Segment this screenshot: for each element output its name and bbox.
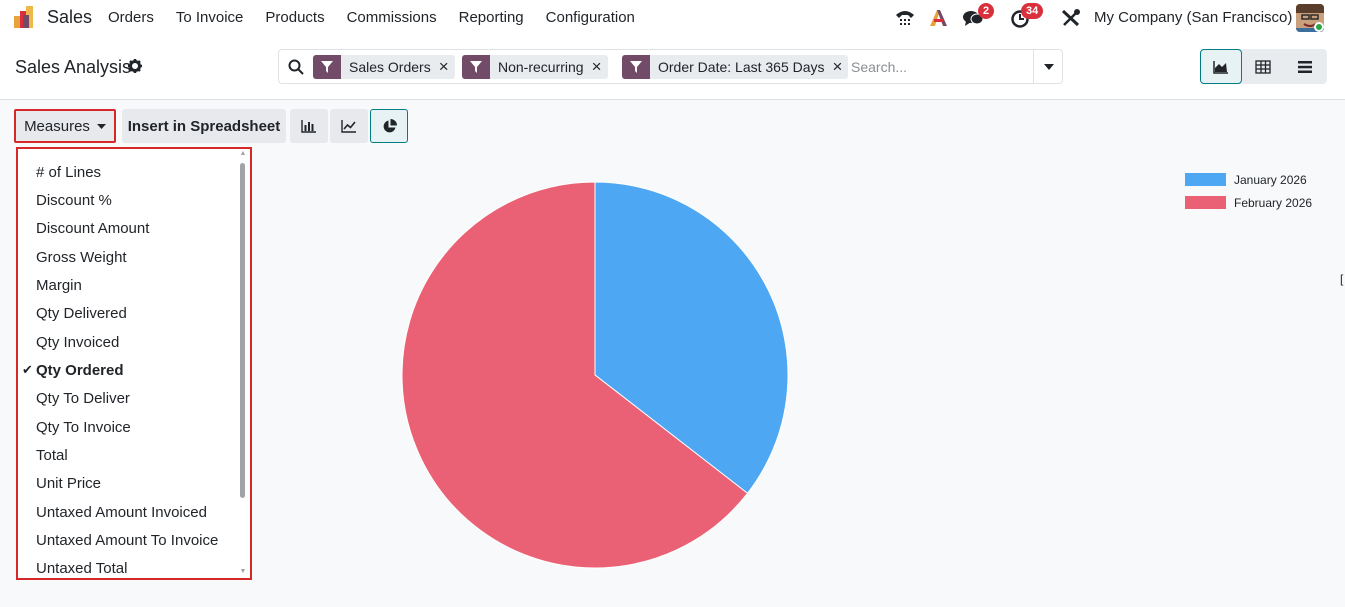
page-title: Sales Analysis	[15, 57, 132, 77]
filter-facet-sales-orders: Sales Orders ×	[313, 55, 455, 79]
measures-dropdown: # of Lines Discount % Discount Amount Gr…	[16, 147, 252, 580]
menu-configuration[interactable]: Configuration	[546, 9, 635, 26]
measure-item-qty-ordered[interactable]: Qty Ordered	[36, 362, 124, 379]
legend-swatch	[1185, 196, 1226, 209]
measure-item-qty-invoiced[interactable]: Qty Invoiced	[36, 334, 119, 351]
search-options-toggle[interactable]	[1033, 50, 1063, 83]
ai-icon[interactable]	[928, 8, 950, 28]
caret-down-icon	[1043, 63, 1054, 70]
measure-item-qty-to-invoice[interactable]: Qty To Invoice	[36, 419, 131, 436]
search-icon[interactable]	[288, 59, 304, 75]
measure-item-qty-to-deliver[interactable]: Qty To Deliver	[36, 390, 130, 407]
list-icon	[1298, 60, 1312, 73]
measures-button[interactable]: Measures	[14, 109, 116, 143]
legend-item[interactable]: February 2026	[1185, 191, 1312, 214]
search-bar: Sales Orders × Non-recurring × Order Dat…	[278, 49, 1063, 84]
scrollbar-thumb[interactable]	[240, 163, 245, 498]
line-chart-icon	[341, 120, 356, 133]
facet-label: Sales Orders	[349, 59, 431, 75]
remove-facet-icon[interactable]: ×	[439, 55, 455, 79]
menu-reporting[interactable]: Reporting	[459, 9, 524, 26]
gear-icon[interactable]	[128, 59, 142, 73]
insert-in-spreadsheet-button[interactable]: Insert in Spreadsheet	[122, 109, 286, 143]
measures-label: Measures	[24, 117, 90, 135]
bar-chart-button[interactable]	[290, 109, 328, 143]
table-icon	[1255, 59, 1271, 74]
measure-item-untaxed-amount-invoiced[interactable]: Untaxed Amount Invoiced	[36, 504, 207, 521]
scroll-down-arrow-icon[interactable]: ▼	[238, 568, 248, 575]
facet-label: Non-recurring	[498, 59, 584, 75]
area-chart-icon	[1213, 60, 1228, 74]
sales-app-icon[interactable]	[14, 6, 38, 28]
measure-item-gross-weight[interactable]: Gross Weight	[36, 249, 127, 266]
measure-item-margin[interactable]: Margin	[36, 277, 82, 294]
filter-facet-non-recurring: Non-recurring ×	[462, 55, 608, 79]
view-switcher	[1200, 49, 1327, 84]
graph-view-button[interactable]	[1200, 49, 1242, 84]
menu-products[interactable]: Products	[265, 9, 324, 26]
app-name[interactable]: Sales	[47, 7, 92, 28]
measure-item-unit-price[interactable]: Unit Price	[36, 475, 101, 492]
caret-down-icon	[96, 123, 106, 129]
remove-facet-icon[interactable]: ×	[592, 55, 608, 79]
filter-icon	[462, 55, 490, 79]
filter-icon	[313, 55, 341, 79]
chart-legend: January 2026 February 2026	[1185, 168, 1312, 214]
checkmark-icon: ✔	[22, 362, 33, 377]
online-status-dot	[1314, 22, 1324, 32]
pie-chart-icon	[383, 118, 397, 132]
filter-icon	[622, 55, 650, 79]
legend-swatch	[1185, 173, 1226, 186]
menu-to-invoice[interactable]: To Invoice	[176, 9, 244, 26]
measure-item-discount-percent[interactable]: Discount %	[36, 192, 112, 209]
menu-commissions[interactable]: Commissions	[347, 9, 437, 26]
control-panel: Sales Analysis Sales Orders × Non-recurr…	[0, 36, 1345, 100]
scroll-up-arrow-icon[interactable]: ▲	[238, 150, 248, 157]
legend-label: February 2026	[1234, 195, 1313, 210]
line-chart-button[interactable]	[330, 109, 368, 143]
filter-facet-order-date: Order Date: Last 365 Days ×	[622, 55, 849, 79]
menu-orders[interactable]: Orders	[108, 9, 154, 26]
messages-badge: 2	[978, 3, 995, 19]
search-input[interactable]	[851, 56, 1031, 78]
pivot-view-button[interactable]	[1242, 49, 1284, 84]
legend-item[interactable]: January 2026	[1185, 168, 1312, 191]
pie-chart	[401, 181, 789, 569]
measure-item-lines[interactable]: # of Lines	[36, 164, 101, 181]
bar-chart-icon	[301, 120, 316, 133]
main-menu: Orders To Invoice Products Commissions R…	[108, 9, 657, 26]
measure-item-untaxed-amount-to-invoice[interactable]: Untaxed Amount To Invoice	[36, 532, 218, 549]
debug-tools-icon[interactable]	[1060, 8, 1082, 28]
remove-facet-icon[interactable]: ×	[833, 55, 849, 79]
phone-icon[interactable]	[894, 8, 916, 28]
list-view-button[interactable]	[1284, 49, 1326, 84]
facet-label: Order Date: Last 365 Days	[658, 59, 825, 75]
measure-item-total[interactable]: Total	[36, 447, 68, 464]
resize-handle-icon[interactable]: [	[1340, 272, 1343, 286]
measure-item-qty-delivered[interactable]: Qty Delivered	[36, 305, 127, 322]
pie-chart-button[interactable]	[370, 109, 408, 143]
company-switcher[interactable]: My Company (San Francisco)	[1094, 9, 1292, 26]
measure-item-untaxed-total[interactable]: Untaxed Total	[36, 560, 127, 577]
legend-label: January 2026	[1234, 172, 1307, 187]
activities-badge: 34	[1021, 3, 1044, 19]
measure-item-discount-amount[interactable]: Discount Amount	[36, 220, 149, 237]
top-navbar: Sales Orders To Invoice Products Commiss…	[0, 0, 1345, 36]
